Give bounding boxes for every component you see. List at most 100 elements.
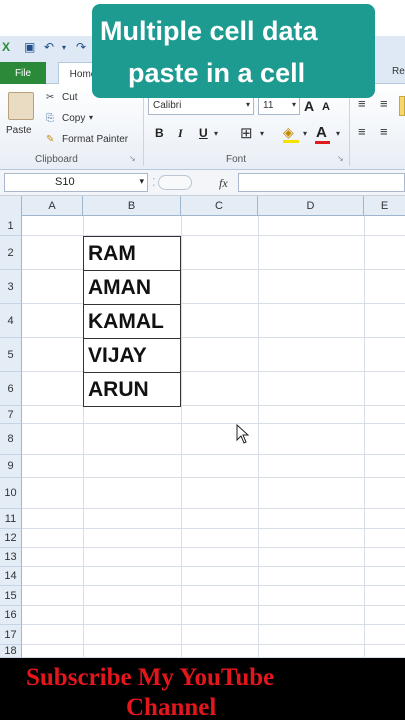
row-header-11[interactable]: 11 bbox=[0, 509, 22, 529]
row-gridline bbox=[22, 269, 405, 270]
paste-icon[interactable] bbox=[8, 92, 34, 120]
formula-bar-expand-icon[interactable]: ⁚ bbox=[152, 176, 156, 189]
cell-b5[interactable]: VIJAY bbox=[83, 338, 181, 373]
row-gridline bbox=[22, 547, 405, 548]
cell-b6[interactable]: ARUN bbox=[83, 372, 181, 407]
copy-button[interactable]: Copy bbox=[62, 113, 85, 124]
row-header-4[interactable]: 4 bbox=[0, 304, 22, 338]
formula-input[interactable] bbox=[238, 173, 405, 192]
row-gridline bbox=[22, 605, 405, 606]
font-launcher-icon[interactable]: ↘ bbox=[337, 154, 344, 163]
column-header-a[interactable]: A bbox=[22, 196, 83, 216]
undo-icon[interactable]: ↶ bbox=[44, 40, 54, 54]
row-header-8[interactable]: 8 bbox=[0, 424, 22, 455]
font-color-dropdown-icon[interactable]: ▾ bbox=[336, 129, 340, 138]
bold-button[interactable]: B bbox=[155, 126, 164, 140]
tab-file[interactable]: File bbox=[0, 62, 46, 84]
name-box-value: S10 bbox=[55, 176, 75, 188]
save-icon[interactable]: ▣ bbox=[24, 40, 35, 54]
italic-button[interactable]: I bbox=[178, 126, 183, 141]
align-top-icon[interactable]: ≡ bbox=[358, 96, 366, 111]
align-center-icon[interactable]: ≡ bbox=[380, 124, 388, 139]
cell-b3[interactable]: AMAN bbox=[83, 270, 181, 305]
column-header-e[interactable]: E bbox=[364, 196, 405, 216]
row-header-18[interactable]: 18 bbox=[0, 645, 22, 658]
font-size-value: 11 bbox=[263, 100, 274, 111]
row-header-15[interactable]: 15 bbox=[0, 586, 22, 606]
format-painter-icon: ✎ bbox=[46, 134, 55, 145]
cancel-enter-buttons[interactable] bbox=[158, 175, 192, 190]
font-size-input[interactable]: 11 ▾ bbox=[258, 97, 300, 115]
fill-color-icon[interactable]: ◈ bbox=[283, 124, 294, 141]
row-header-9[interactable]: 9 bbox=[0, 455, 22, 478]
borders-dropdown-icon[interactable]: ▾ bbox=[260, 129, 264, 138]
name-box-dropdown-icon[interactable]: ▾ bbox=[139, 176, 144, 187]
column-header-c[interactable]: C bbox=[181, 196, 258, 216]
row-header-7[interactable]: 7 bbox=[0, 406, 22, 424]
shrink-font-button[interactable]: A bbox=[322, 101, 330, 113]
align-left-icon[interactable]: ≡ bbox=[358, 124, 366, 139]
column-header-b[interactable]: B bbox=[83, 196, 181, 216]
row-header-3[interactable]: 3 bbox=[0, 270, 22, 304]
row-gridline bbox=[22, 585, 405, 586]
ribbon-separator bbox=[349, 90, 350, 166]
font-color-swatch bbox=[315, 141, 330, 144]
copy-icon: ⎘ bbox=[46, 113, 54, 124]
font-color-button[interactable]: A bbox=[316, 124, 327, 141]
mouse-pointer-icon bbox=[236, 424, 250, 444]
cell-b2[interactable]: RAM bbox=[83, 236, 181, 271]
redo-icon[interactable]: ↷ bbox=[76, 40, 86, 54]
row-gridline bbox=[22, 337, 405, 338]
tab-review[interactable]: Re bbox=[392, 66, 405, 77]
row-header-1[interactable]: 1 bbox=[0, 216, 22, 236]
cut-button[interactable]: Cut bbox=[62, 92, 78, 103]
row-header-14[interactable]: 14 bbox=[0, 567, 22, 586]
borders-icon[interactable]: ⊞ bbox=[240, 124, 253, 142]
row-gridline bbox=[22, 235, 405, 236]
column-header-d[interactable]: D bbox=[258, 196, 364, 216]
row-gridline bbox=[22, 405, 405, 406]
fill-color-dropdown-icon[interactable]: ▾ bbox=[303, 129, 307, 138]
select-all-button[interactable] bbox=[0, 196, 22, 216]
row-gridline bbox=[22, 644, 405, 645]
row-header-6[interactable]: 6 bbox=[0, 372, 22, 406]
row-gridline bbox=[22, 371, 405, 372]
row-gridline bbox=[22, 566, 405, 567]
row-header-2[interactable]: 2 bbox=[0, 236, 22, 270]
underline-button[interactable]: U bbox=[199, 126, 208, 140]
row-gridline bbox=[22, 303, 405, 304]
title-banner: Multiple cell data paste in a cell bbox=[92, 4, 375, 98]
clipboard-group-label: Clipboard bbox=[35, 154, 78, 165]
font-name-dropdown-icon[interactable]: ▾ bbox=[246, 100, 250, 109]
cell-b4[interactable]: KAMAL bbox=[83, 304, 181, 339]
insert-function-button[interactable]: fx bbox=[219, 176, 228, 191]
name-box[interactable]: S10 ▾ bbox=[4, 173, 148, 192]
row-header-13[interactable]: 13 bbox=[0, 548, 22, 567]
row-gridline bbox=[22, 508, 405, 509]
font-name-input[interactable]: Calibri ▾ bbox=[148, 97, 254, 115]
font-size-dropdown-icon[interactable]: ▾ bbox=[292, 100, 296, 109]
underline-dropdown-icon[interactable]: ▾ bbox=[214, 129, 218, 138]
row-header-16[interactable]: 16 bbox=[0, 606, 22, 625]
row-header-17[interactable]: 17 bbox=[0, 625, 22, 645]
clipboard-launcher-icon[interactable]: ↘ bbox=[129, 154, 136, 163]
column-gridline bbox=[364, 216, 365, 658]
row-header-5[interactable]: 5 bbox=[0, 338, 22, 372]
font-group-label: Font bbox=[226, 154, 247, 165]
ribbon-separator bbox=[143, 90, 144, 166]
footer-line-1: Subscribe My YouTube bbox=[26, 664, 275, 691]
paste-button[interactable]: Paste bbox=[6, 125, 32, 136]
row-header-10[interactable]: 10 bbox=[0, 478, 22, 509]
align-middle-icon[interactable]: ≡ bbox=[380, 96, 388, 111]
grow-font-button[interactable]: A bbox=[304, 98, 314, 114]
row-gridline bbox=[22, 624, 405, 625]
undo-dropdown-icon[interactable]: ▾ bbox=[62, 43, 66, 52]
row-gridline bbox=[22, 454, 405, 455]
wrap-text-icon[interactable] bbox=[399, 96, 405, 116]
banner-line-2: paste in a cell bbox=[128, 58, 306, 88]
copy-dropdown-icon[interactable]: ▾ bbox=[89, 113, 93, 122]
row-header-12[interactable]: 12 bbox=[0, 529, 22, 548]
format-painter-button[interactable]: Format Painter bbox=[62, 134, 128, 145]
excel-logo-icon: X bbox=[2, 40, 11, 54]
font-name-value: Calibri bbox=[153, 100, 182, 111]
